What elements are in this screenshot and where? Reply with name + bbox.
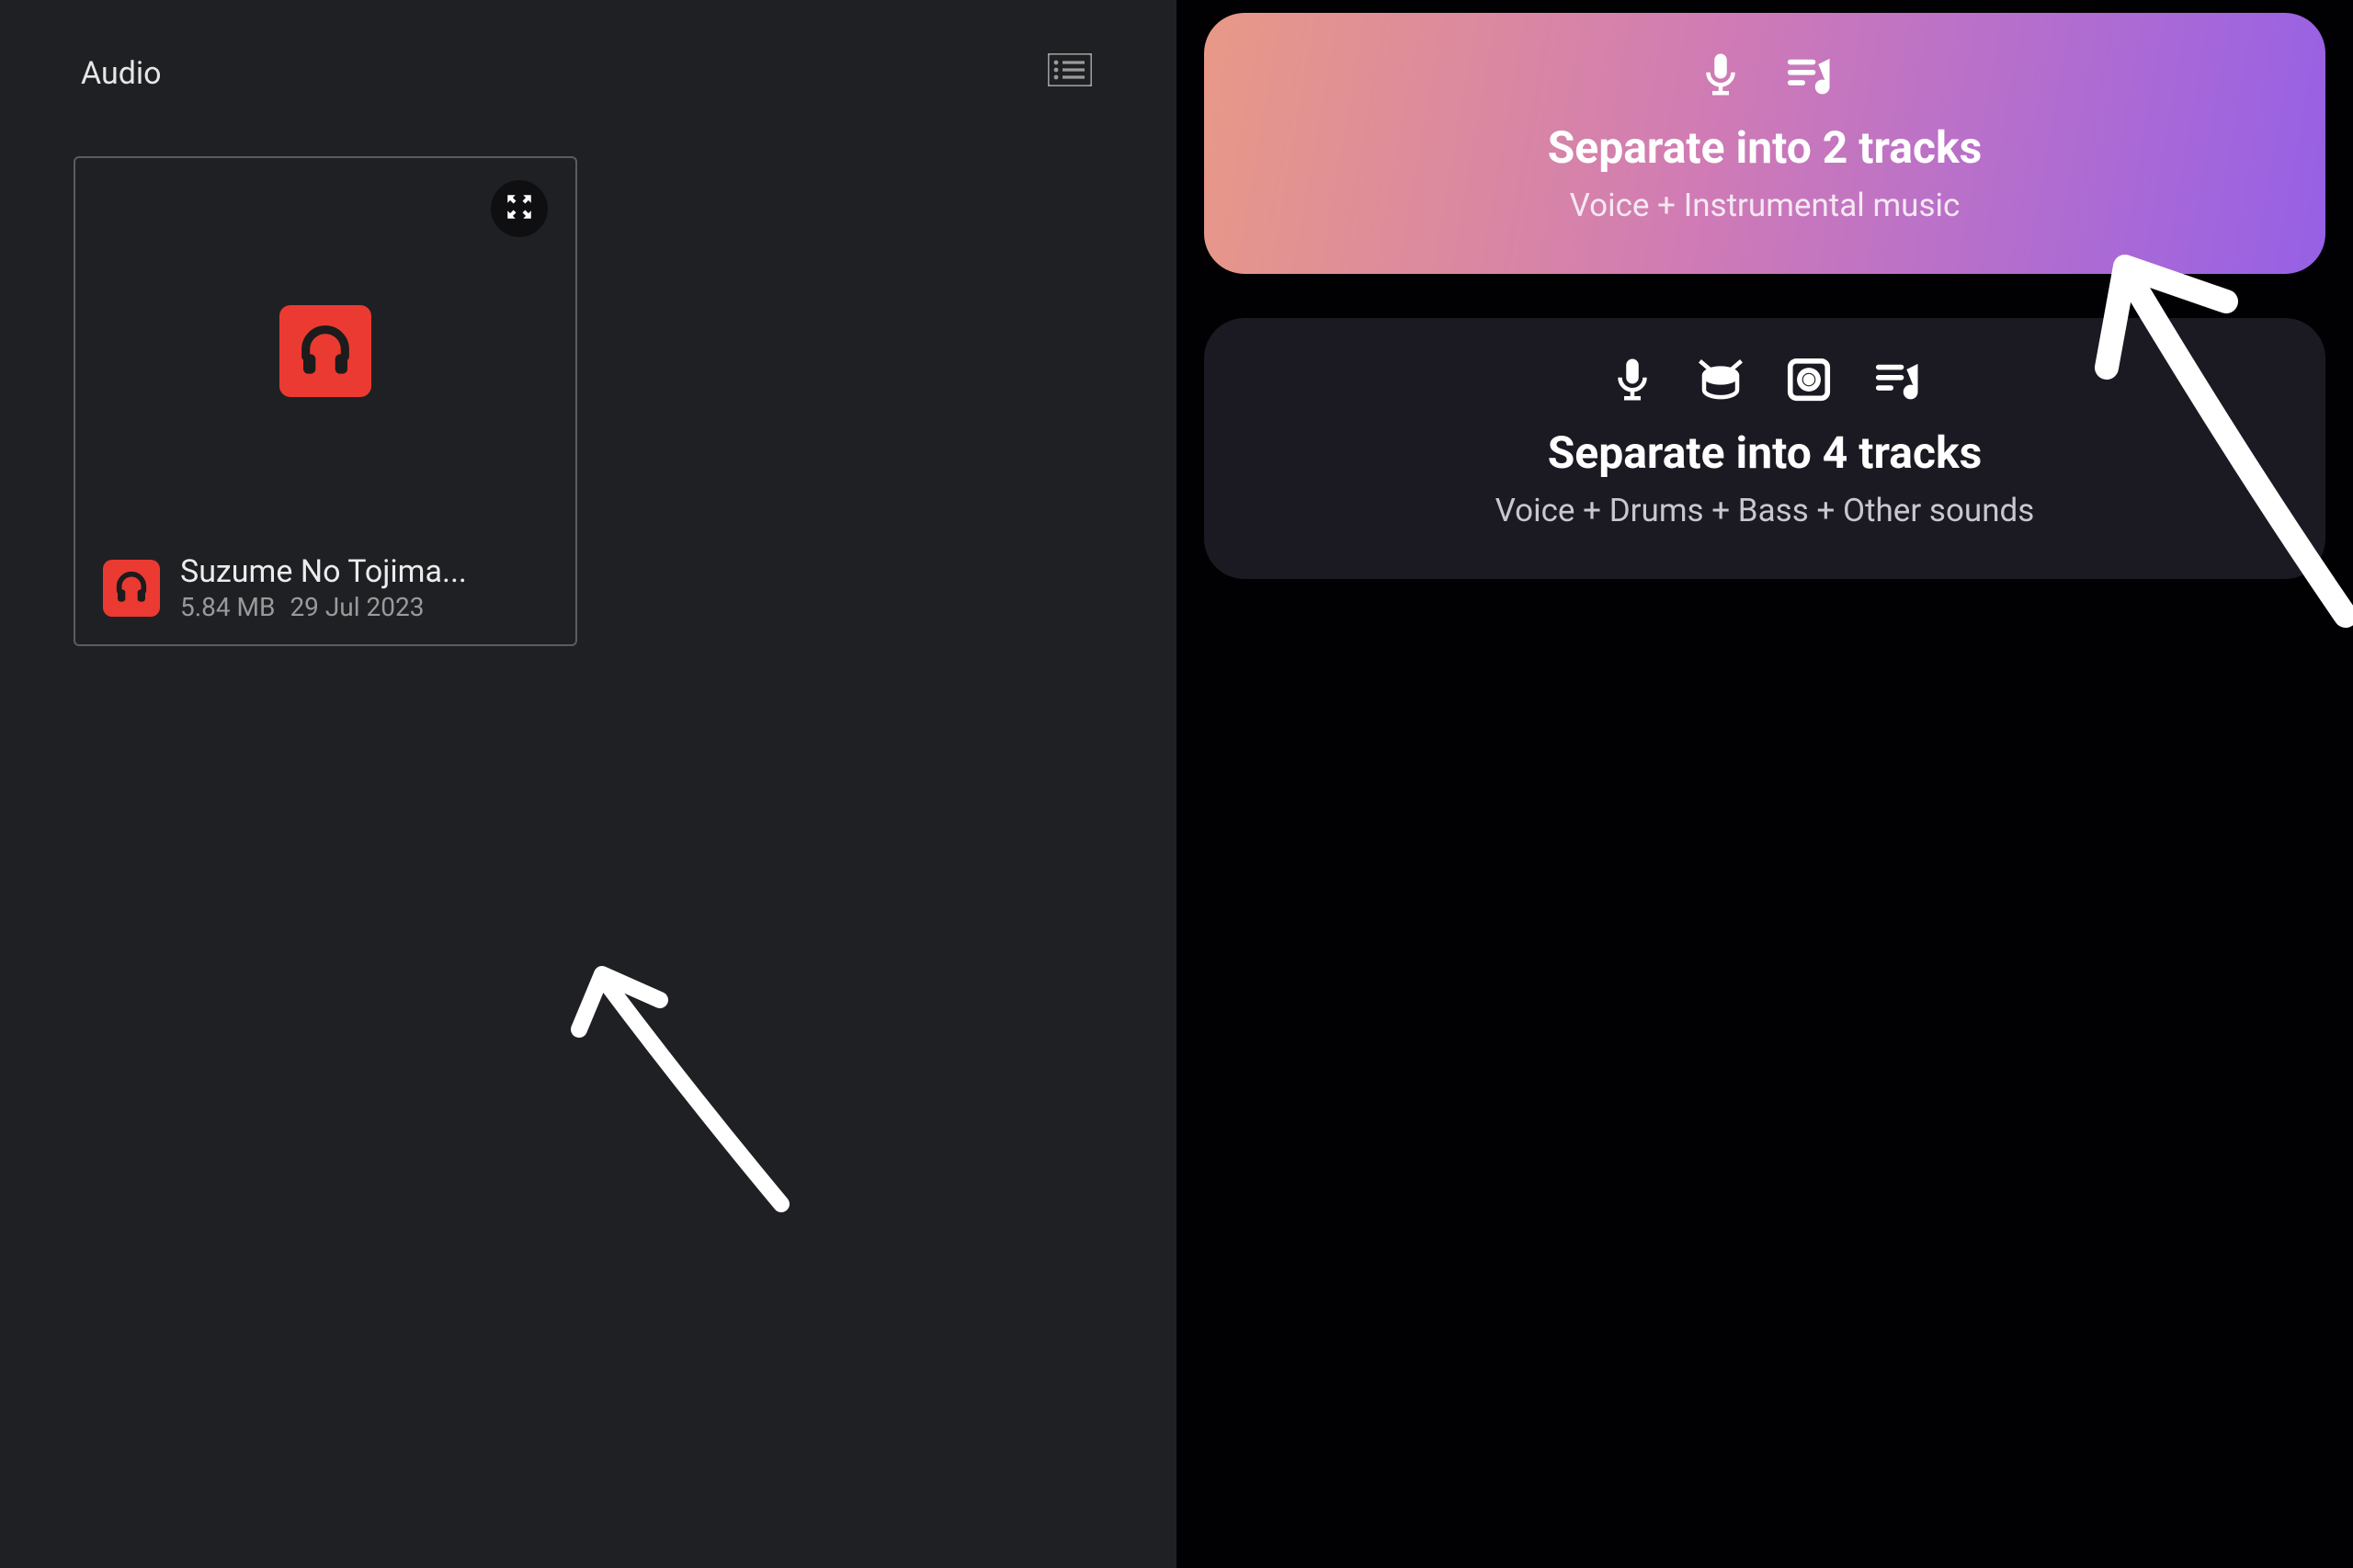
expand-icon bbox=[504, 191, 535, 226]
file-footer: Suzume No Tojima... 5.84 MB 29 Jul 2023 bbox=[103, 553, 548, 622]
separate-2-tracks-card[interactable]: Separate into 2 tracks Voice + Instrumen… bbox=[1204, 13, 2325, 274]
option-subtitle: Voice + Drums + Bass + Other sounds bbox=[1241, 492, 2289, 529]
headphones-icon bbox=[113, 568, 150, 608]
file-name: Suzume No Tojima... bbox=[180, 553, 467, 590]
file-meta: Suzume No Tojima... 5.84 MB 29 Jul 2023 bbox=[180, 553, 467, 622]
annotation-arrow bbox=[551, 928, 809, 1226]
option-title: Separate into 4 tracks bbox=[1241, 426, 2289, 479]
mic-icon bbox=[1608, 355, 1657, 408]
music-queue-icon bbox=[1872, 355, 1922, 408]
file-date: 29 Jul 2023 bbox=[290, 592, 424, 622]
music-queue-icon bbox=[1784, 50, 1834, 103]
audio-file-thumbnail-large bbox=[279, 305, 371, 397]
option-icons bbox=[1241, 50, 2289, 103]
file-size: 5.84 MB bbox=[180, 592, 275, 622]
option-icons bbox=[1241, 355, 2289, 408]
option-subtitle: Voice + Instrumental music bbox=[1241, 187, 2289, 224]
speaker-icon bbox=[1784, 355, 1834, 408]
option-title: Separate into 2 tracks bbox=[1241, 121, 2289, 174]
expand-button[interactable] bbox=[491, 180, 548, 237]
drum-icon bbox=[1696, 355, 1745, 408]
separation-options-panel: Separate into 2 tracks Voice + Instrumen… bbox=[1176, 0, 2353, 1568]
list-view-toggle[interactable] bbox=[1044, 55, 1096, 92]
mic-icon bbox=[1696, 50, 1745, 103]
separate-4-tracks-card[interactable]: Separate into 4 tracks Voice + Drums + B… bbox=[1204, 318, 2325, 579]
header-bar: Audio bbox=[74, 55, 1103, 92]
file-browser-panel: Audio bbox=[0, 0, 1176, 1568]
audio-file-thumbnail-small bbox=[103, 560, 160, 617]
page-title: Audio bbox=[81, 55, 162, 92]
headphones-icon bbox=[296, 320, 355, 382]
list-icon bbox=[1048, 53, 1092, 95]
audio-file-card[interactable]: Suzume No Tojima... 5.84 MB 29 Jul 2023 bbox=[74, 156, 577, 646]
file-subline: 5.84 MB 29 Jul 2023 bbox=[180, 592, 467, 622]
